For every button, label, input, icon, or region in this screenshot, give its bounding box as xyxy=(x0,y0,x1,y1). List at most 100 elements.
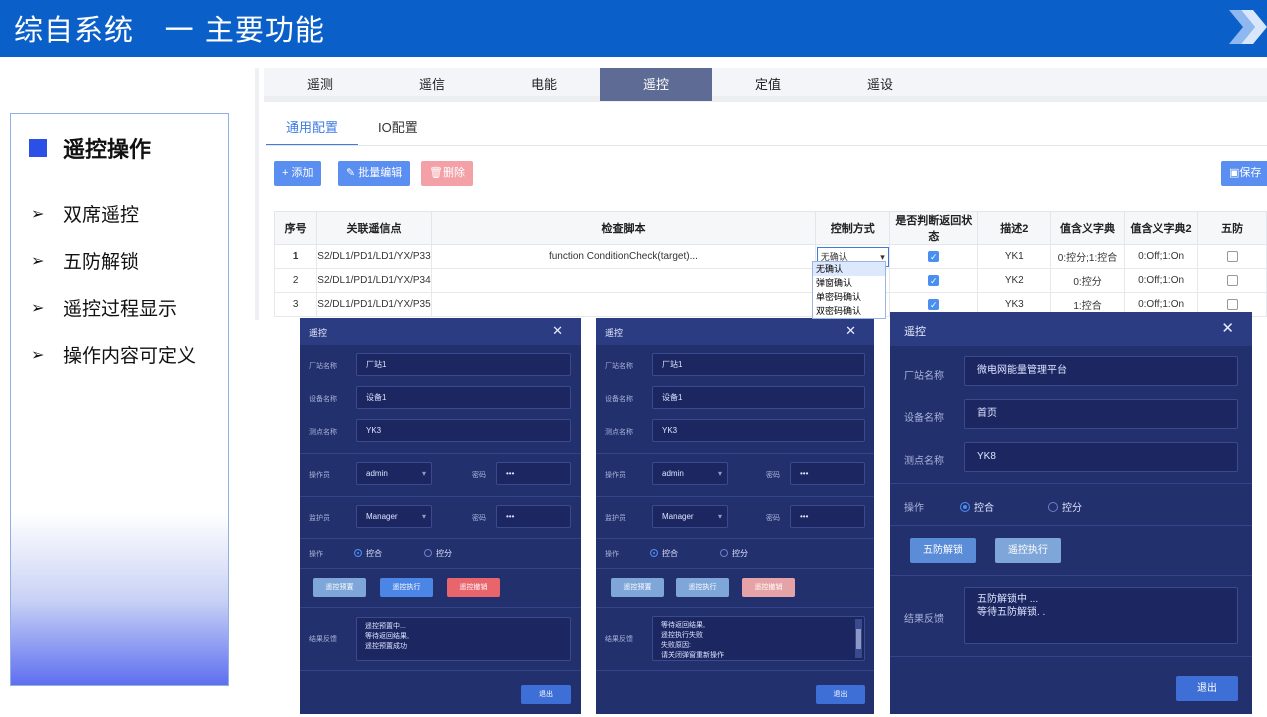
tab-remote-control[interactable]: 遥控 xyxy=(600,68,712,101)
point-field[interactable]: YK8 xyxy=(964,442,1238,472)
password-label: 密码 xyxy=(472,472,486,479)
password-label: 密码 xyxy=(766,472,780,479)
trash-icon: 🗑 xyxy=(429,167,443,179)
subtab-io[interactable]: IO配置 xyxy=(358,118,438,146)
tab-remote-adjust[interactable]: 遥设 xyxy=(824,68,936,101)
tab-telemetry[interactable]: 遥测 xyxy=(264,68,376,101)
wufang-checkbox[interactable] xyxy=(1226,274,1238,286)
preset-button[interactable]: 遥控预置 xyxy=(313,578,366,597)
point-field[interactable]: YK3 xyxy=(652,419,865,442)
station-field[interactable]: 厂站1 xyxy=(652,353,865,376)
table-row[interactable]: 2 S2/DL1/PD1/LD1/YX/P34 ✓ YK2 0:控分 0:Off… xyxy=(273,268,1267,293)
feedback-box: 遥控预置中... 等待返回结果, 遥控预置成功 xyxy=(356,617,571,661)
divider xyxy=(266,145,1267,146)
scrollbar[interactable] xyxy=(855,619,862,658)
station-label: 厂站名称 xyxy=(605,363,633,370)
page-title: 综自系统 一 主要功能 xyxy=(14,13,325,47)
operator-select[interactable]: admin xyxy=(356,462,432,485)
guardian-label: 监护员 xyxy=(605,515,626,522)
password-label: 密码 xyxy=(472,515,486,522)
return-check-checkbox[interactable]: ✓ xyxy=(928,274,940,286)
close-icon[interactable]: ✕ xyxy=(845,323,856,339)
close-icon[interactable]: ✕ xyxy=(552,323,563,339)
tab-telesignal[interactable]: 遥信 xyxy=(376,68,488,101)
radio-close[interactable]: 控合 xyxy=(354,548,382,559)
guardian-password-field[interactable]: ••• xyxy=(790,505,865,528)
return-check-checkbox[interactable]: ✓ xyxy=(928,250,940,262)
double-chevron-icon xyxy=(1229,10,1267,44)
divider xyxy=(300,496,581,497)
return-check-checkbox[interactable]: ✓ xyxy=(928,298,940,310)
execute-button[interactable]: 遥控执行 xyxy=(995,538,1061,563)
operator-password-field[interactable]: ••• xyxy=(790,462,865,485)
guardian-password-field[interactable]: ••• xyxy=(496,505,571,528)
cancel-button[interactable]: 遥控撤销 xyxy=(742,578,795,597)
guardian-label: 监护员 xyxy=(309,515,330,522)
batch-edit-button[interactable]: ✎ 批量编辑 xyxy=(338,161,411,186)
square-bullet-icon xyxy=(29,139,47,157)
execute-button[interactable]: 遥控执行 xyxy=(676,578,729,597)
operator-password-field[interactable]: ••• xyxy=(496,462,571,485)
station-field[interactable]: 微电网能量管理平台 xyxy=(964,356,1238,386)
exit-button[interactable]: 退出 xyxy=(521,685,571,704)
radio-close[interactable]: 控合 xyxy=(650,548,678,559)
remote-control-dialog-failure: 遥控 ✕ 厂站名称 厂站1 设备名称 设备1 测点名称 YK3 操作员 admi… xyxy=(596,318,874,714)
guardian-select[interactable]: Manager xyxy=(356,505,432,528)
execute-button[interactable]: 遥控执行 xyxy=(380,578,433,597)
radio-open[interactable]: 控分 xyxy=(720,548,748,559)
config-table: 序号 关联遥信点 检查脚本 控制方式 是否判断返回状态 描述2 值含义字典 值含… xyxy=(273,211,1267,317)
point-label: 测点名称 xyxy=(309,429,337,436)
station-field[interactable]: 厂站1 xyxy=(356,353,571,376)
exit-button[interactable]: 退出 xyxy=(1176,676,1238,701)
wufang-checkbox[interactable] xyxy=(1226,250,1238,262)
tab-setpoint[interactable]: 定值 xyxy=(712,68,824,101)
close-icon[interactable]: ✕ xyxy=(1221,319,1234,337)
column-header: 控制方式 xyxy=(815,211,891,245)
divider xyxy=(596,538,874,539)
table-row[interactable]: 1 S2/DL1/PD1/LD1/YX/P33 function Conditi… xyxy=(273,244,1267,269)
delete-button[interactable]: 🗑删除 xyxy=(421,161,473,186)
dropdown-option[interactable]: 无确认 xyxy=(813,262,885,276)
dropdown-option[interactable]: 弹窗确认 xyxy=(813,276,885,290)
device-field[interactable]: 设备1 xyxy=(356,386,571,409)
wufang-checkbox[interactable] xyxy=(1226,298,1238,310)
dialog-titlebar: 遥控 ✕ xyxy=(890,312,1252,346)
subtab-general[interactable]: 通用配置 xyxy=(266,118,359,146)
divider xyxy=(300,568,581,569)
guardian-select[interactable]: Manager xyxy=(652,505,728,528)
divider xyxy=(300,453,581,454)
feature-item: ➢ 五防解锁 xyxy=(31,251,140,273)
operator-select[interactable]: admin xyxy=(652,462,728,485)
exit-button[interactable]: 退出 xyxy=(816,685,865,704)
cancel-button[interactable]: 遥控撤销 xyxy=(447,578,500,597)
divider xyxy=(890,483,1252,484)
edit-icon: ✎ xyxy=(346,167,359,179)
radio-open[interactable]: 控分 xyxy=(1048,499,1082,514)
save-button[interactable]: ▣保存 xyxy=(1221,161,1267,186)
feedback-label: 结果反馈 xyxy=(309,636,337,643)
unlock-button[interactable]: 五防解锁 xyxy=(910,538,976,563)
arrow-bullet-icon: ➢ xyxy=(31,204,45,223)
device-label: 设备名称 xyxy=(605,396,633,403)
device-label: 设备名称 xyxy=(309,396,337,403)
dialog-title: 遥控 xyxy=(605,328,624,338)
feature-panel: 遥控操作 ➢ 双席遥控 ➢ 五防解锁 ➢ 遥控过程显示 ➢ 操作内容可定义 xyxy=(10,113,229,686)
divider xyxy=(890,525,1252,526)
divider xyxy=(596,568,874,569)
remote-control-dialog-preset: 遥控 ✕ 厂站名称 厂站1 设备名称 设备1 测点名称 YK3 操作员 admi… xyxy=(300,318,581,714)
add-button[interactable]: + 添加 xyxy=(274,161,322,186)
divider xyxy=(300,670,581,671)
dialog-titlebar: 遥控 ✕ xyxy=(596,318,874,345)
preset-button[interactable]: 遥控预置 xyxy=(611,578,664,597)
dropdown-option[interactable]: 双密码确认 xyxy=(813,304,885,318)
device-field[interactable]: 设备1 xyxy=(652,386,865,409)
radio-close[interactable]: 控合 xyxy=(960,499,994,514)
point-field[interactable]: YK3 xyxy=(356,419,571,442)
dropdown-option[interactable]: 单密码确认 xyxy=(813,290,885,304)
operation-label: 操作 xyxy=(309,551,323,558)
device-field[interactable]: 首页 xyxy=(964,399,1238,429)
column-header: 关联遥信点 xyxy=(316,211,432,245)
save-icon: ▣ xyxy=(1229,167,1240,179)
tab-energy[interactable]: 电能 xyxy=(488,68,600,101)
radio-open[interactable]: 控分 xyxy=(424,548,452,559)
